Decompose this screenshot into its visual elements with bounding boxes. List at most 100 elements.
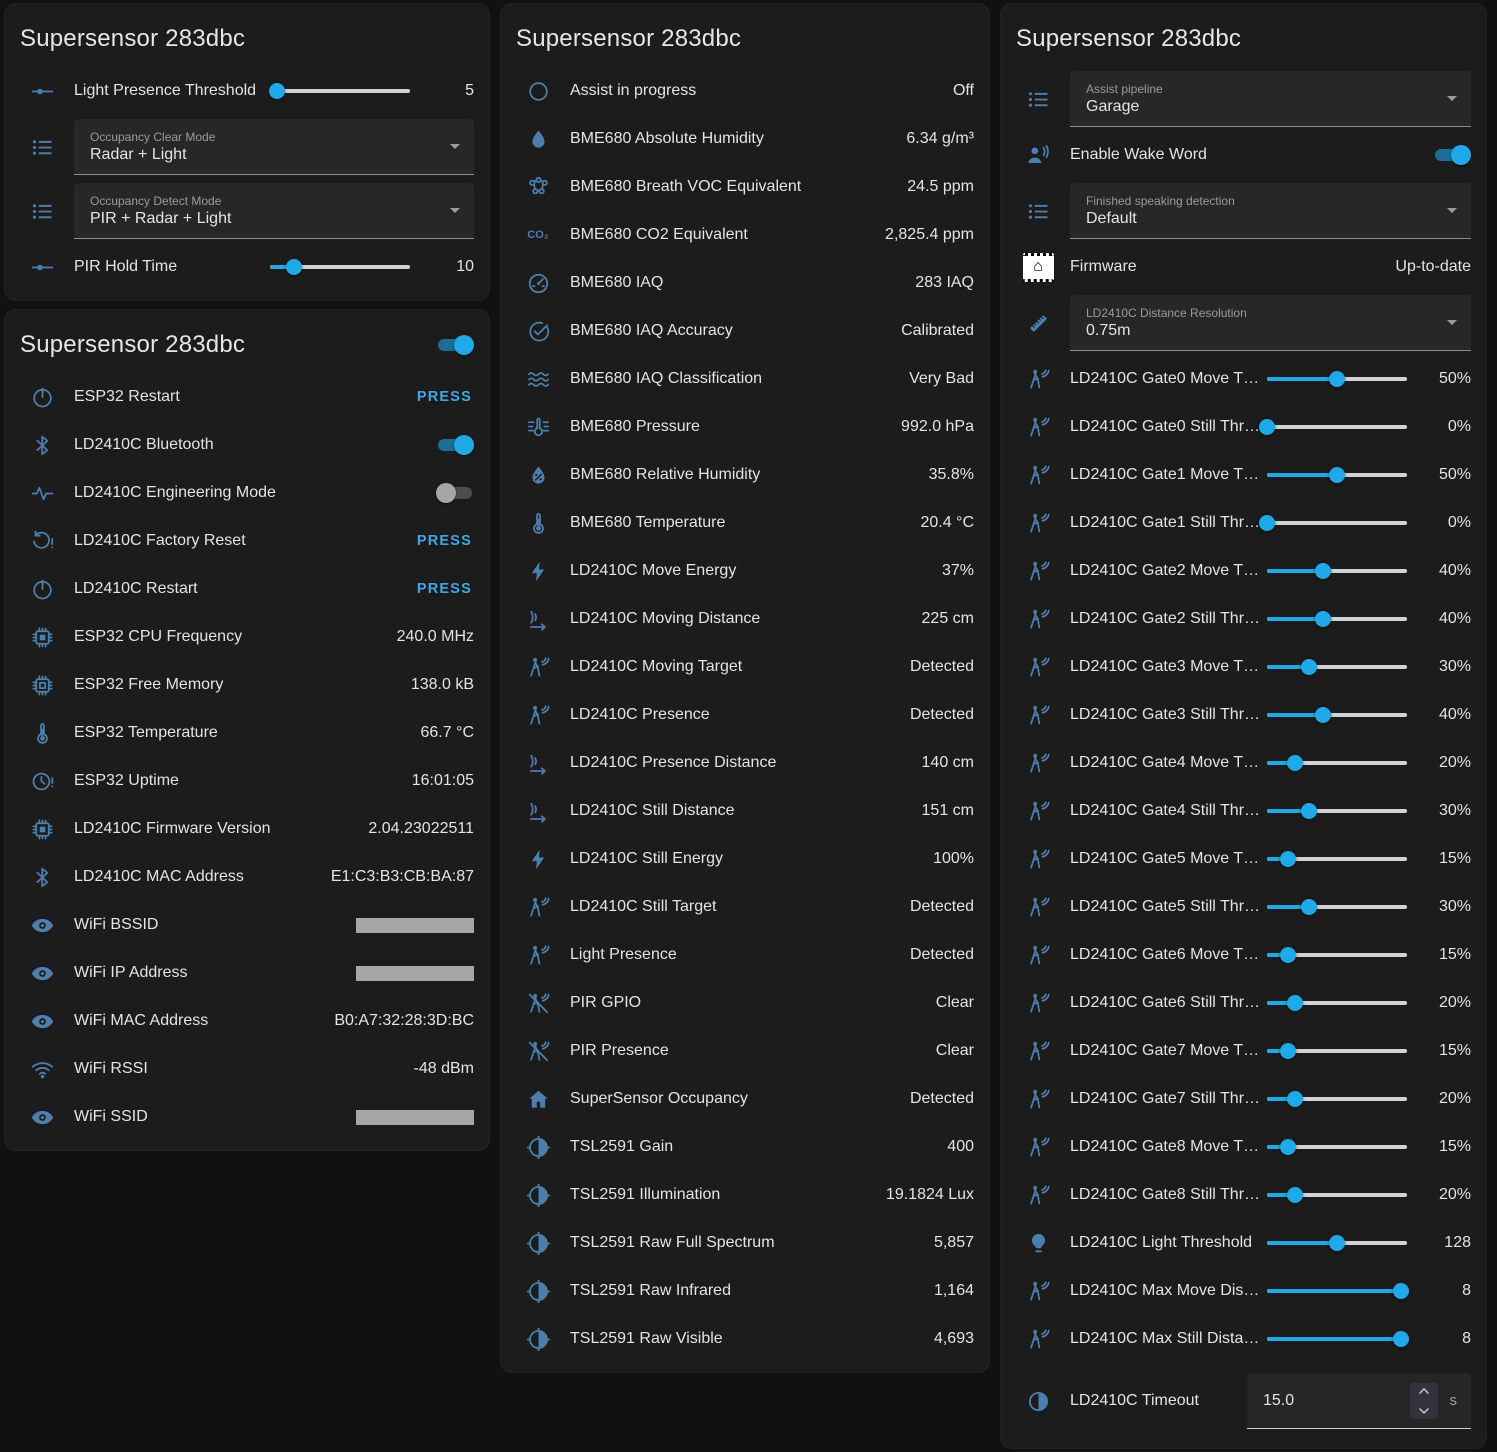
restart-alert-icon [20, 529, 64, 554]
select-field[interactable]: LD2410C Distance Resolution0.75m [1070, 295, 1471, 351]
entity-label: BME680 IAQ Accuracy [566, 322, 895, 340]
entity-label: LD2410C Timeout [1066, 1392, 1241, 1410]
press-button[interactable]: PRESS [415, 383, 474, 411]
entity-row: LD2410C Gate1 Still Thres…0% [1000, 499, 1487, 547]
number-input[interactable] [1263, 1392, 1410, 1410]
slider-thumb[interactable] [1287, 755, 1303, 771]
toggle[interactable] [436, 435, 474, 455]
entity-row: LD2410C Move Energy37% [500, 547, 990, 595]
select-field[interactable]: Occupancy Clear ModeRadar + Light [74, 119, 474, 175]
clock-alert-icon [20, 769, 64, 794]
slider[interactable] [1267, 705, 1407, 725]
entity-row: LD2410C Engineering Mode [4, 469, 490, 517]
slider[interactable] [1267, 945, 1407, 965]
slider[interactable] [270, 257, 410, 277]
slider-value: 10 [416, 258, 474, 276]
toggle[interactable] [436, 483, 474, 503]
slider-thumb[interactable] [1315, 611, 1331, 627]
entity-value: 6.34 g/m³ [906, 130, 974, 148]
slider-thumb[interactable] [1301, 803, 1317, 819]
slider-value: 40% [1413, 562, 1471, 580]
motion-sensor-icon [1016, 1135, 1060, 1160]
slider[interactable] [1267, 993, 1407, 1013]
number-stepper[interactable] [1410, 1383, 1438, 1419]
slider-thumb[interactable] [1287, 995, 1303, 1011]
thermometer-icon [516, 511, 560, 536]
slider-thumb[interactable] [1287, 1187, 1303, 1203]
entity-row: LD2410C Gate3 Move Thr…30% [1000, 643, 1487, 691]
card-header-toggle[interactable] [436, 335, 474, 355]
slider[interactable] [1267, 801, 1407, 821]
entity-row: LD2410C Gate0 Still Thres…0% [1000, 403, 1487, 451]
number-row: LD2410C Timeout s [1000, 1363, 1487, 1439]
eye-icon [20, 1105, 64, 1130]
slider[interactable] [270, 81, 410, 101]
slider-thumb[interactable] [1280, 1139, 1296, 1155]
slider-thumb[interactable] [1329, 371, 1345, 387]
air-filter-icon [516, 367, 560, 392]
chevron-down-icon [450, 208, 460, 213]
slider-thumb[interactable] [1393, 1331, 1409, 1347]
slider-thumb[interactable] [1329, 1235, 1345, 1251]
slider[interactable] [1267, 657, 1407, 677]
stepper-down-icon[interactable] [1418, 1402, 1430, 1420]
press-button[interactable]: PRESS [415, 527, 474, 555]
slider-thumb[interactable] [286, 259, 302, 275]
entity-row: Light Presence Threshold5 [4, 67, 490, 115]
slider[interactable] [1267, 849, 1407, 869]
slider[interactable] [1267, 609, 1407, 629]
slider-thumb[interactable] [1301, 899, 1317, 915]
slider-thumb[interactable] [1393, 1283, 1409, 1299]
toggle[interactable] [1433, 145, 1471, 165]
slider[interactable] [1267, 897, 1407, 917]
entity-label: ESP32 CPU Frequency [70, 628, 391, 646]
select-field[interactable]: Assist pipelineGarage [1070, 71, 1471, 127]
entity-row: BME680 Pressure992.0 hPa [500, 403, 990, 451]
number-input-box: s [1247, 1373, 1471, 1429]
entity-value: 19.1824 Lux [886, 1186, 974, 1204]
water-icon [516, 127, 560, 152]
stepper-up-icon[interactable] [1418, 1382, 1430, 1400]
press-button[interactable]: PRESS [415, 575, 474, 603]
slider-thumb[interactable] [1315, 707, 1331, 723]
slider[interactable] [1267, 1329, 1407, 1349]
motion-sensor-icon [1016, 415, 1060, 440]
select-field[interactable]: Finished speaking detectionDefault [1070, 183, 1471, 239]
select-caption: LD2410C Distance Resolution [1086, 306, 1447, 320]
select-field[interactable]: Occupancy Detect ModePIR + Radar + Light [74, 183, 474, 239]
slider-thumb[interactable] [1329, 467, 1345, 483]
slider-thumb[interactable] [269, 83, 285, 99]
slider[interactable] [1267, 561, 1407, 581]
entity-value: 240.0 MHz [397, 628, 474, 646]
slider[interactable] [1267, 1185, 1407, 1205]
slider[interactable] [1267, 753, 1407, 773]
motion-sensor-icon [1016, 1327, 1060, 1352]
slider-thumb[interactable] [1280, 947, 1296, 963]
entity-label: LD2410C Gate7 Move Thr… [1066, 1042, 1261, 1060]
entity-label: LD2410C MAC Address [70, 868, 325, 886]
slider-thumb[interactable] [1259, 515, 1275, 531]
slider-thumb[interactable] [1287, 1091, 1303, 1107]
slider[interactable] [1267, 513, 1407, 533]
toggle-thumb [454, 435, 474, 455]
entity-value: Clear [936, 994, 974, 1012]
slider-value: 8 [1413, 1282, 1471, 1300]
clock-quarter-icon [1016, 1389, 1060, 1414]
slider-thumb[interactable] [1280, 851, 1296, 867]
slider[interactable] [1267, 1041, 1407, 1061]
chevron-down-icon [1447, 208, 1457, 213]
slider[interactable] [1267, 1281, 1407, 1301]
memory-icon [20, 673, 64, 698]
slider[interactable] [1267, 1233, 1407, 1253]
slider-thumb[interactable] [1315, 563, 1331, 579]
slider-thumb[interactable] [1301, 659, 1317, 675]
slider[interactable] [1267, 369, 1407, 389]
slider[interactable] [1267, 1137, 1407, 1157]
entity-label: WiFi MAC Address [70, 1012, 328, 1030]
slider[interactable] [1267, 417, 1407, 437]
slider[interactable] [1267, 1089, 1407, 1109]
slider-thumb[interactable] [1259, 419, 1275, 435]
slider-thumb[interactable] [1280, 1043, 1296, 1059]
slider[interactable] [1267, 465, 1407, 485]
entity-label: Assist in progress [566, 82, 947, 100]
